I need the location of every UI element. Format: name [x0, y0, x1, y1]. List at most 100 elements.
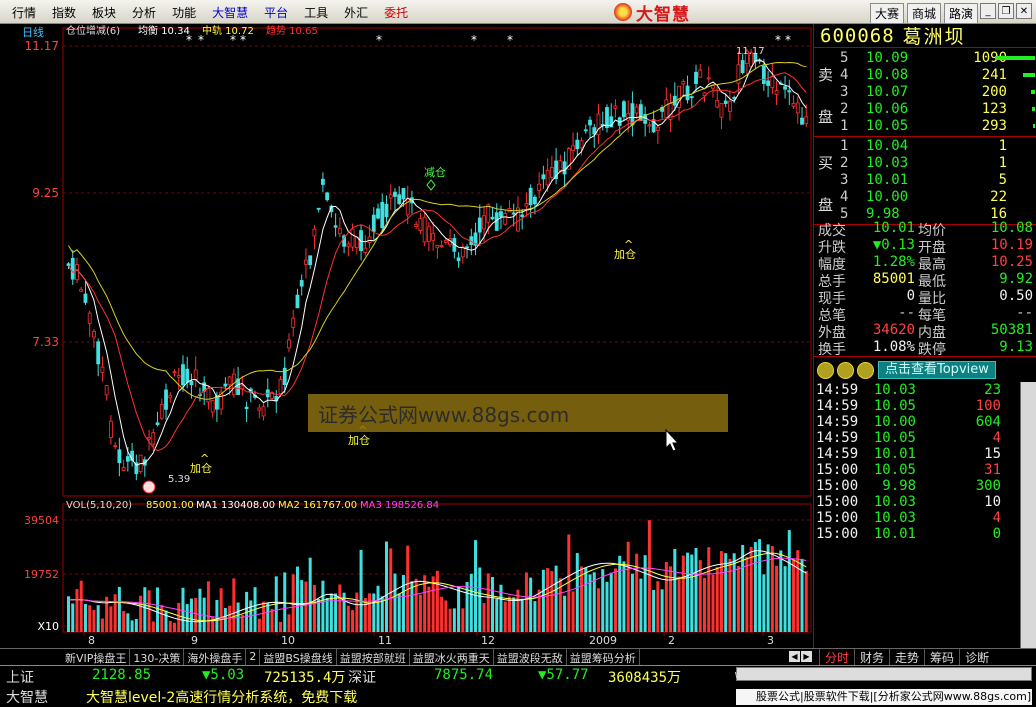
ask-price: 10.09: [866, 50, 909, 66]
tick-row: 15:00 10.01 0: [814, 526, 1021, 542]
volume-bar: [75, 589, 79, 632]
window-controls: _ ❐ ✕: [980, 3, 1032, 19]
ad-bar[interactable]: 股票公式|股票软件下载|[分析家公式网www.88gs.com]: [736, 689, 1032, 705]
candle-body: [634, 106, 639, 114]
volume-bar: [287, 614, 291, 632]
ask-row[interactable]: 5 10.09 1090: [814, 50, 1036, 67]
tick-price: 10.03: [873, 494, 916, 510]
candle-body: [545, 169, 550, 186]
panel-tab-1[interactable]: 财务: [854, 649, 889, 666]
stat-value: ▼0.13: [872, 237, 915, 253]
volume-bar: [194, 597, 198, 632]
indicator-value: 中轨 10.72: [202, 24, 254, 37]
candle-body: [422, 216, 427, 243]
sz-change: ▼57.77: [538, 667, 589, 683]
minimize-icon[interactable]: _: [980, 3, 996, 19]
candle-body: [613, 105, 618, 109]
tick-volume: 23: [984, 382, 1001, 398]
tick-volume: 4: [992, 510, 1001, 526]
volume-bar: [312, 584, 316, 632]
volume-bar: [507, 596, 511, 632]
stat-value: 10.08: [990, 220, 1033, 236]
price-tick: 7.33: [32, 335, 59, 349]
left-arrow-icon[interactable]: ◀: [789, 651, 800, 662]
volume-bar: [563, 595, 567, 632]
volume-bar: [100, 618, 104, 632]
kline-chart-area[interactable]: 11.17 9.25 7.33 39504 19752 X10 日线 仓位增减(6) 均衡 10…: [0, 24, 813, 648]
ask-row[interactable]: 3 10.07 200: [814, 84, 1036, 101]
close-icon[interactable]: ✕: [1016, 3, 1032, 19]
topview-button[interactable]: 点击查看Topview: [878, 361, 996, 379]
candle-body: [159, 403, 164, 419]
candle-body: [104, 385, 109, 396]
bid-row[interactable]: 2 10.03 1: [814, 155, 1036, 172]
ask-row[interactable]: 4 10.08 241: [814, 67, 1036, 84]
panel-tab-4[interactable]: 诊断: [959, 649, 994, 666]
bid-row[interactable]: 1 10.04 1: [814, 138, 1036, 155]
volume-bar: [554, 565, 558, 632]
marquee-text[interactable]: 大智慧level-2高速行情分析系统，免费下载: [86, 687, 357, 707]
volume-bar: [359, 549, 363, 632]
candle-body: [541, 174, 546, 180]
menu-item-9[interactable]: 委托: [376, 4, 416, 21]
tick-scrollbar[interactable]: [1020, 382, 1036, 648]
menu-item-8[interactable]: 外汇: [336, 4, 376, 21]
circle-icon[interactable]: [857, 361, 874, 379]
annotation-add: 加仓: [190, 461, 212, 475]
volume-bar: [529, 577, 533, 632]
top-button-2[interactable]: 路演: [943, 3, 978, 24]
menu-item-3[interactable]: 分析: [124, 4, 164, 21]
volume-bar: [308, 557, 312, 632]
candle-body: [439, 245, 444, 247]
volume-bar: [618, 555, 622, 632]
volume-bar: [168, 620, 172, 632]
right-arrow-icon[interactable]: ▶: [801, 651, 812, 662]
menu-item-7[interactable]: 工具: [296, 4, 336, 21]
annotation-add: 加仓: [614, 247, 636, 261]
stat-value: 85001: [872, 271, 915, 287]
volume-bar: [164, 610, 168, 632]
site-url[interactable]: www.gw.com.cn: [735, 668, 821, 681]
stat-row: 换手 1.08% 跌停 9.13: [814, 339, 1036, 358]
menu-item-5[interactable]: 大智慧: [204, 4, 256, 21]
menu-item-6[interactable]: 平台: [256, 4, 296, 21]
volume-bar: [376, 585, 380, 632]
panel-tab-2[interactable]: 走势: [889, 649, 924, 666]
volume-bar: [393, 573, 397, 632]
candle-body: [66, 263, 71, 266]
candle-body: [125, 456, 130, 462]
restore-icon[interactable]: ❐: [998, 3, 1014, 19]
candle-body: [316, 207, 321, 210]
candle-body: [418, 218, 423, 231]
top-button-1[interactable]: 商城: [906, 3, 941, 24]
kline-chart[interactable]: 11.17 9.25 7.33 39504 19752 X10 日线 仓位增减(6) 均衡 10…: [0, 24, 813, 648]
bid-row[interactable]: 3 10.01 5: [814, 172, 1036, 189]
bid-level: 1: [840, 138, 849, 154]
volume-bar: [219, 588, 223, 632]
top-button-0[interactable]: 大赛: [869, 3, 904, 24]
bid-row[interactable]: 4 10.00 22: [814, 189, 1036, 206]
panel-tab-0[interactable]: 分时: [819, 649, 854, 666]
menu-item-1[interactable]: 指数: [44, 4, 84, 21]
volume-bar: [151, 621, 155, 632]
ask-volume-bar: [1032, 107, 1035, 111]
volume-bar: [346, 605, 350, 632]
stat-value: 10.01: [872, 220, 915, 236]
volume-bar: [177, 602, 181, 632]
volume-bar: [656, 581, 660, 632]
candle-body: [384, 203, 389, 218]
circle-icon[interactable]: [817, 361, 834, 379]
panel-tab-3[interactable]: 筹码: [924, 649, 959, 666]
volume-bar: [732, 553, 736, 632]
volume-bar: [741, 544, 745, 632]
menu-item-4[interactable]: 功能: [164, 4, 204, 21]
menu-item-2[interactable]: 板块: [84, 4, 124, 21]
ask-row[interactable]: 2 10.06 123: [814, 101, 1036, 118]
volume-bar: [736, 565, 740, 632]
menu-item-0[interactable]: 行情: [4, 4, 44, 21]
ask-row[interactable]: 1 10.05 293: [814, 118, 1036, 135]
volume-bar: [126, 613, 130, 632]
ask-volume-bar: [1023, 73, 1035, 77]
tick-volume: 604: [975, 414, 1001, 430]
circle-icon[interactable]: [837, 361, 854, 379]
